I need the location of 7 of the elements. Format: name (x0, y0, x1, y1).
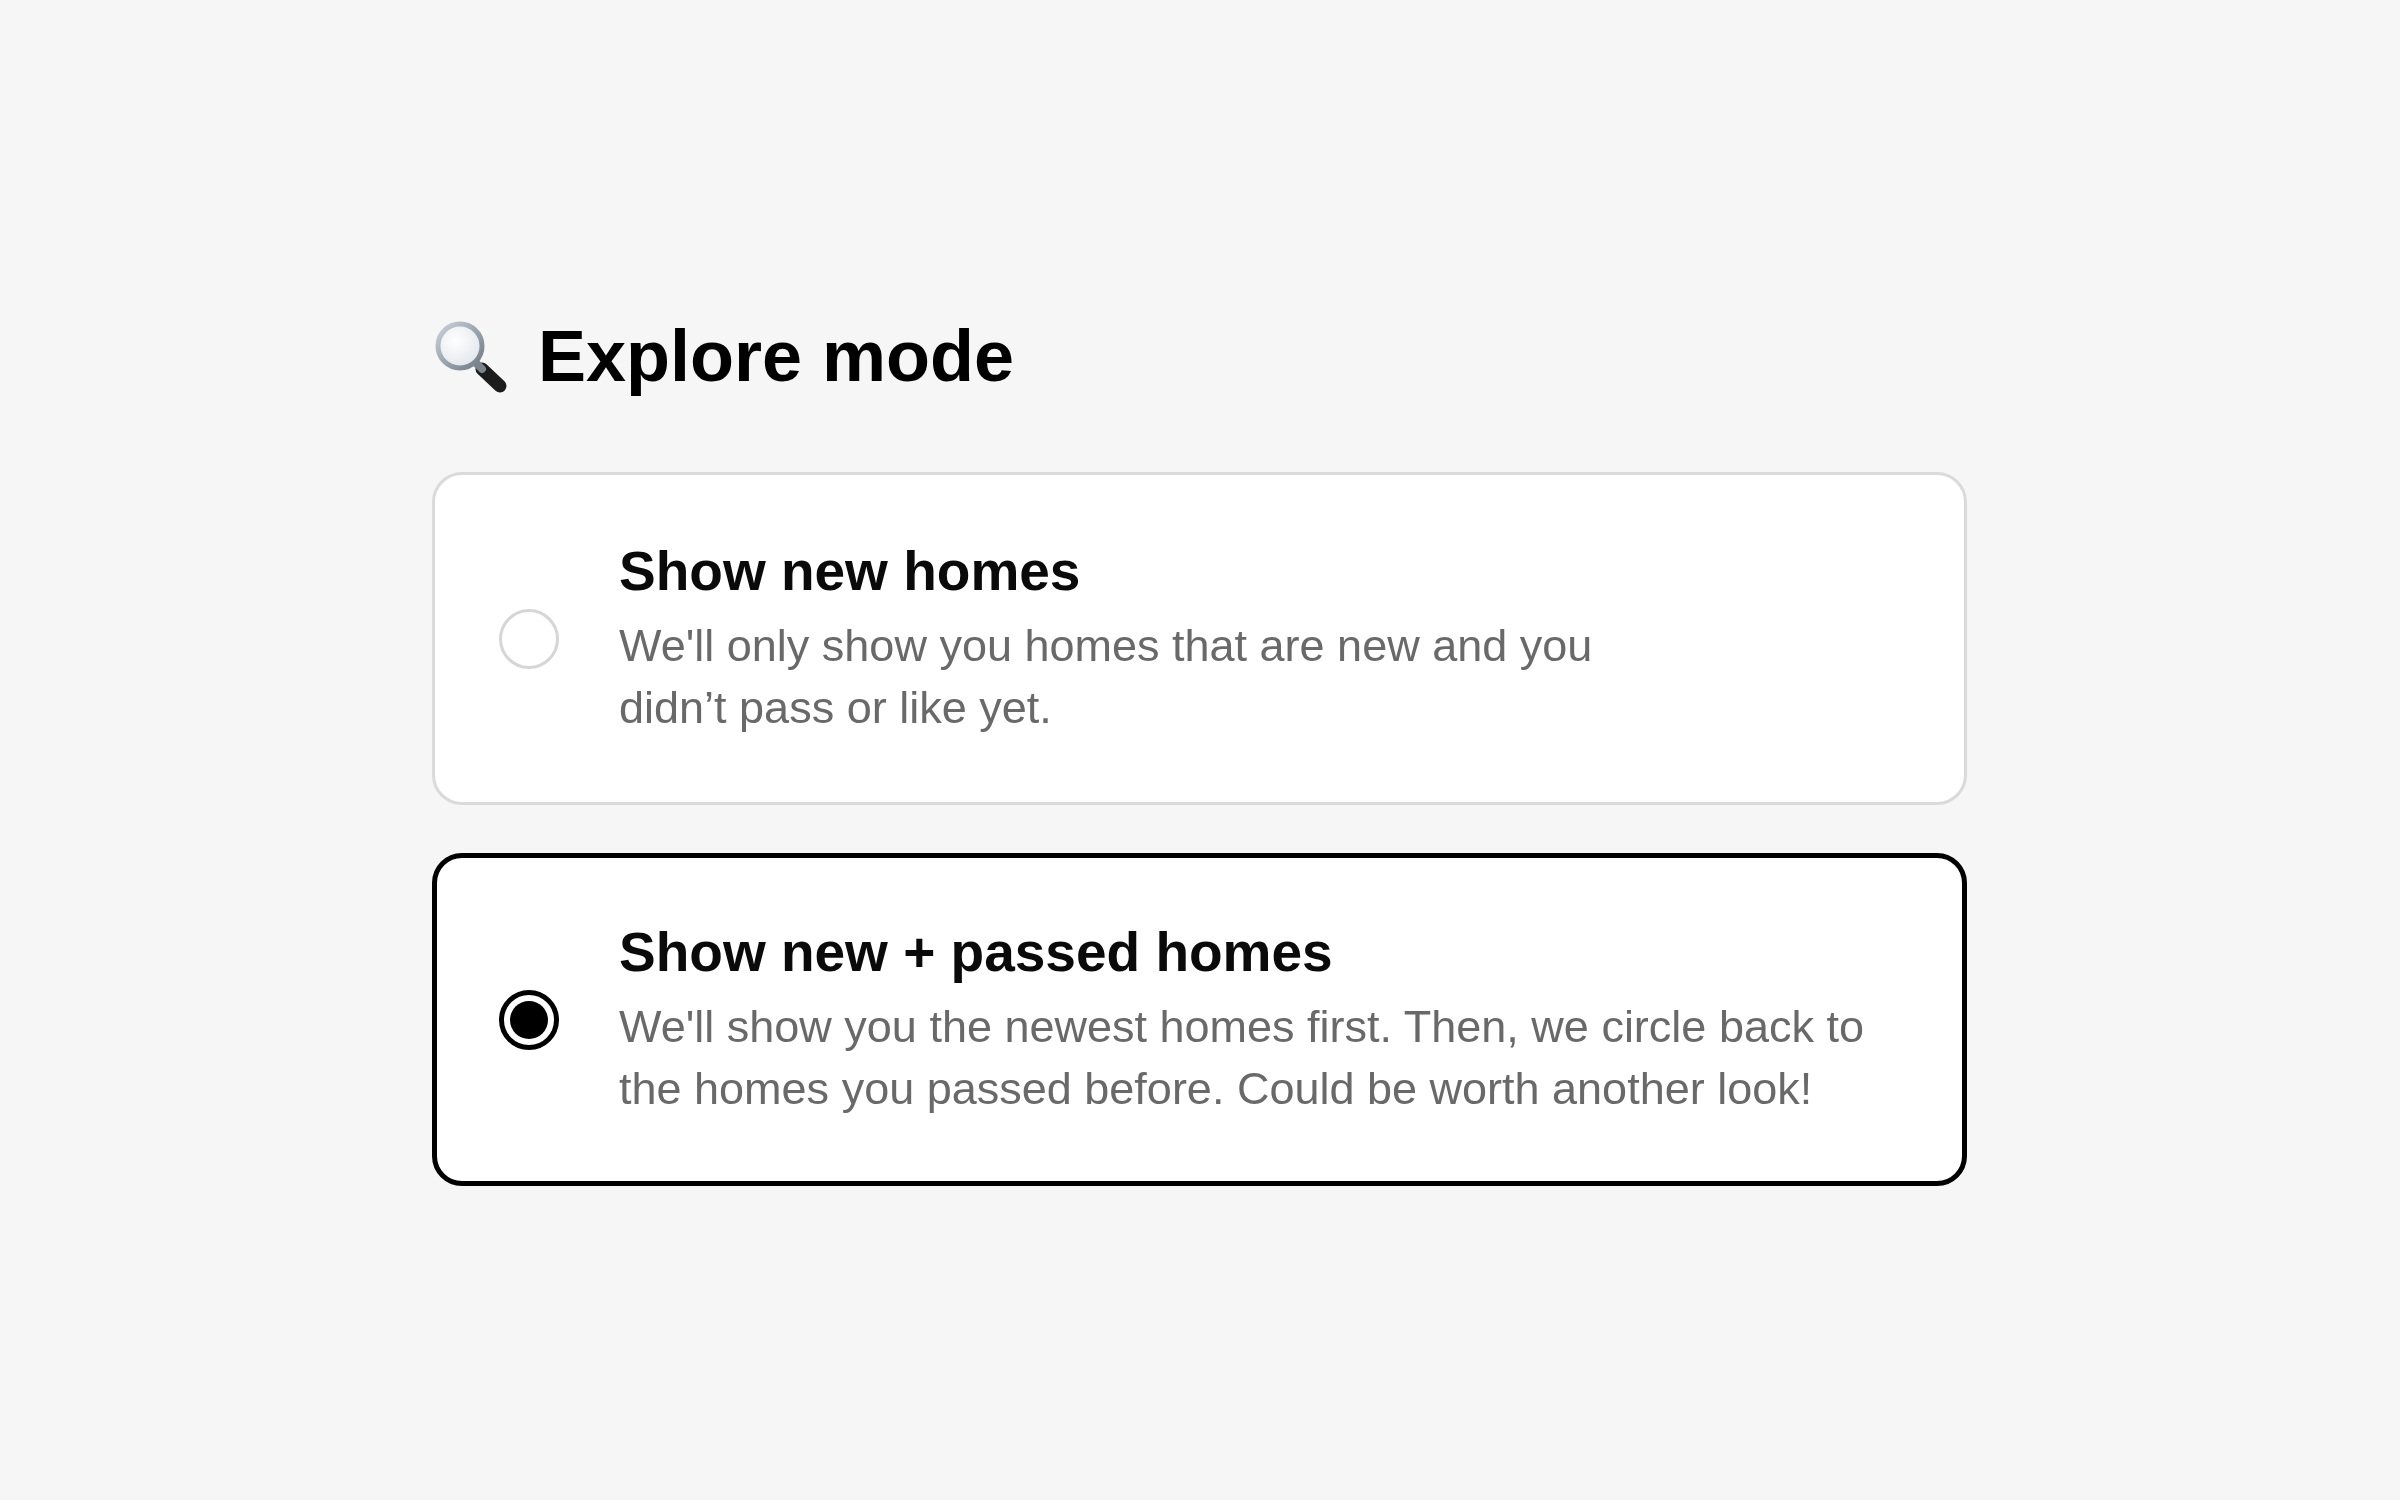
option-title: Show new homes (619, 538, 1081, 603)
option-description: We'll only show you homes that are new and you didn’t pass or like yet. (619, 618, 1593, 735)
option-title: Show new + passed homes (619, 919, 1333, 984)
option-description: We'll show you the newest homes first. Then, we circle back to the homes you passed before. Could be worth another look! (619, 999, 1864, 1116)
option-card[interactable]: Show new homes We'll only show you homes that are new and you didn’t pass or like yet. (432, 472, 1967, 805)
option-card[interactable]: Show new + passed homes We'll show you the newest homes first. Then, we circle back to the homes you passed before. Could be worth another look! (432, 853, 1967, 1186)
page-heading: Explore mode (538, 316, 1015, 396)
